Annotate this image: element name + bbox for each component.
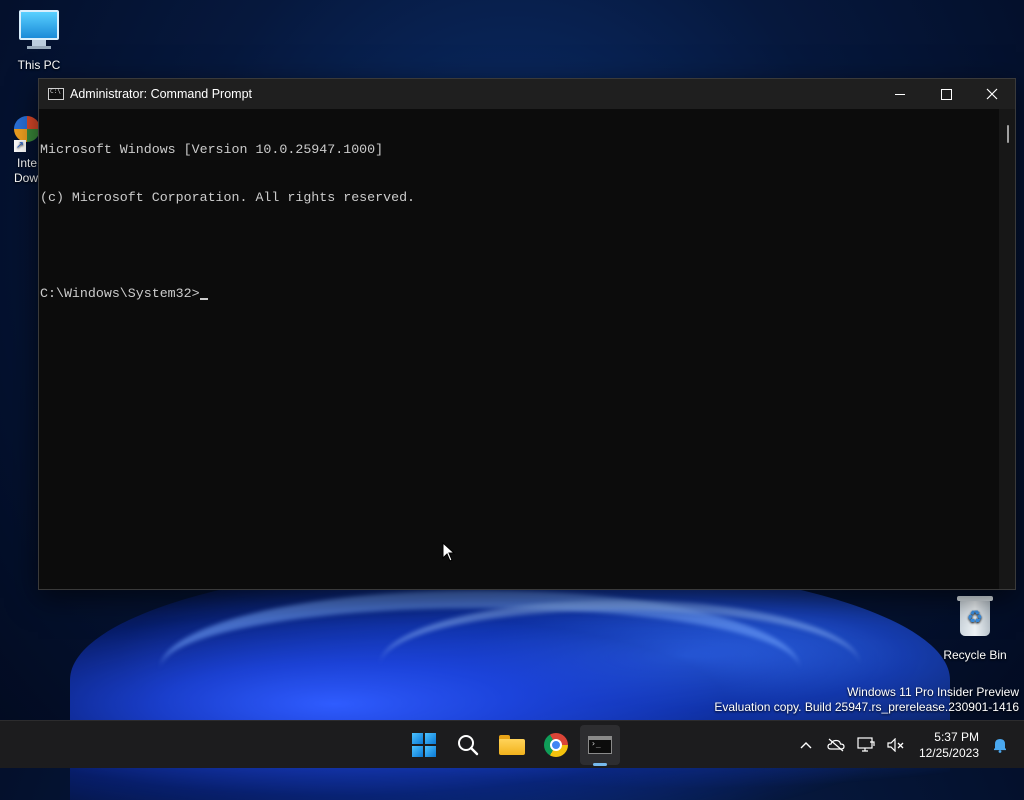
volume-button[interactable] — [884, 721, 908, 769]
cmd-icon — [48, 88, 64, 100]
desktop-icon-this-pc[interactable]: This PC — [1, 10, 77, 72]
desktop-icon-recycle-bin[interactable]: Recycle Bin — [937, 596, 1013, 662]
console-line: Microsoft Windows [Version 10.0.25947.10… — [40, 142, 384, 157]
desktop-icon-label: This PC — [17, 58, 61, 72]
window-title: Administrator: Command Prompt — [70, 87, 253, 101]
windows-start-icon — [412, 733, 436, 757]
taskbar: 5:37 PM 12/25/2023 — [0, 720, 1024, 768]
system-tray: 5:37 PM 12/25/2023 — [791, 721, 1024, 769]
notification-bell-icon — [994, 739, 1006, 753]
chrome-button[interactable] — [534, 721, 578, 769]
console-line: (c) Microsoft Corporation. All rights re… — [40, 190, 416, 205]
recycle-bin-icon — [953, 596, 997, 644]
onedrive-button[interactable] — [824, 721, 848, 769]
clock-time: 5:37 PM — [934, 730, 979, 744]
close-button[interactable] — [969, 79, 1015, 109]
search-button[interactable] — [446, 721, 490, 769]
show-hidden-icons-button[interactable] — [794, 721, 818, 769]
file-explorer-button[interactable] — [490, 721, 534, 769]
terminal-icon — [588, 736, 612, 754]
volume-muted-icon — [887, 738, 904, 752]
clock[interactable]: 5:37 PM 12/25/2023 — [919, 729, 979, 761]
start-button[interactable] — [402, 721, 446, 769]
search-icon — [458, 735, 479, 756]
console-prompt-line[interactable]: C:\Windows\System32> — [40, 286, 999, 302]
evaluation-watermark: Windows 11 Pro Insider Preview Evaluatio… — [714, 685, 1019, 715]
desktop-icon-label: Dow — [14, 171, 39, 185]
app-shortcut-icon — [14, 116, 40, 142]
watermark-line: Evaluation copy. Build 25947.rs_prerelea… — [714, 700, 1019, 714]
folder-icon — [499, 735, 525, 755]
monitor-icon — [17, 10, 61, 54]
watermark-line: Windows 11 Pro Insider Preview — [847, 685, 1019, 699]
window-titlebar[interactable]: Administrator: Command Prompt — [39, 79, 1015, 109]
shortcut-arrow-icon: ↗ — [14, 140, 26, 152]
console-output[interactable]: Microsoft Windows [Version 10.0.25947.10… — [39, 109, 999, 589]
chrome-icon — [544, 733, 568, 757]
clock-date: 12/25/2023 — [918, 746, 979, 760]
desktop-icon-label: Recycle Bin — [943, 648, 1007, 662]
console-prompt: C:\Windows\System32> — [40, 286, 200, 301]
desktop-icon-label: Inte — [17, 156, 38, 170]
network-icon — [857, 737, 875, 752]
text-cursor — [199, 298, 208, 300]
taskbar-apps — [402, 721, 622, 769]
chevron-up-icon — [800, 742, 812, 749]
vertical-scrollbar[interactable] — [999, 109, 1015, 589]
notifications-button[interactable] — [988, 721, 1012, 769]
scrollbar-thumb[interactable] — [1007, 125, 1009, 143]
command-prompt-window[interactable]: Administrator: Command Prompt Microsoft … — [38, 78, 1016, 590]
maximize-icon — [940, 88, 952, 100]
network-button[interactable] — [854, 721, 878, 769]
maximize-button[interactable] — [923, 79, 969, 109]
close-icon — [986, 88, 998, 100]
minimize-button[interactable] — [877, 79, 923, 109]
onedrive-offline-icon — [827, 738, 845, 752]
minimize-icon — [895, 93, 905, 95]
window-controls — [877, 79, 1015, 109]
command-prompt-taskbar-button[interactable] — [578, 721, 622, 769]
